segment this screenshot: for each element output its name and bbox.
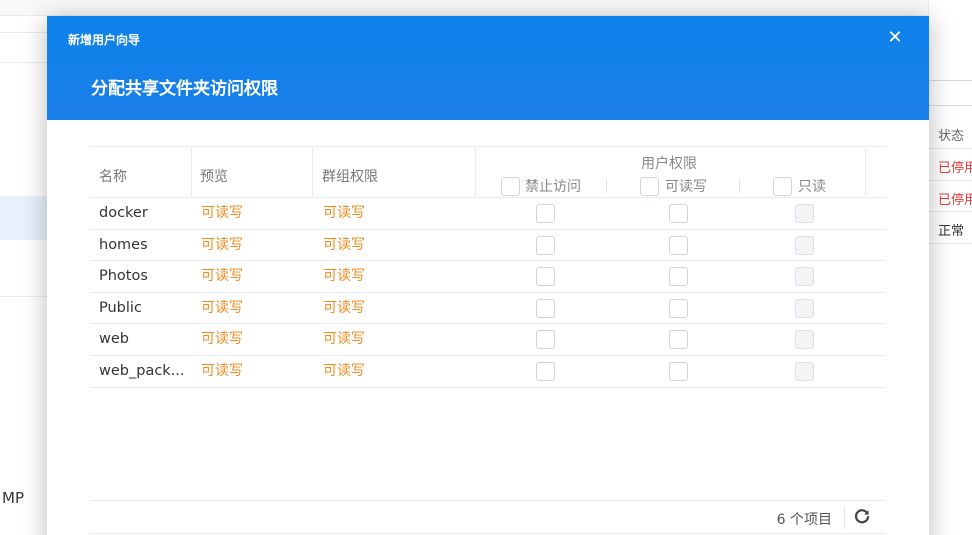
folder-name: docker <box>99 205 148 221</box>
column-header-label: 预览 <box>200 169 228 185</box>
user-permission-group-header: 用户权限 <box>641 156 697 172</box>
bg-selected-nav-item <box>0 196 48 240</box>
preview-permission: 可读写 <box>201 236 243 253</box>
close-button[interactable]: ✕ <box>885 28 905 48</box>
table-row[interactable]: docker 可读写 可读写 <box>90 198 885 230</box>
group-permission: 可读写 <box>323 268 365 285</box>
no-access-checkbox[interactable] <box>536 235 555 255</box>
read-only-checkbox[interactable] <box>795 235 814 255</box>
close-icon: ✕ <box>887 27 903 48</box>
read-write-checkbox[interactable] <box>669 267 688 287</box>
read-write-checkbox[interactable] <box>669 298 688 318</box>
read-only-label: 只读 <box>798 179 826 195</box>
bg-status-header: 状态 <box>938 129 965 144</box>
column-header-label: 群组权限 <box>322 169 378 185</box>
read-only-checkbox[interactable] <box>795 330 814 350</box>
bg-topbar <box>0 0 972 16</box>
footer-divider <box>844 507 845 529</box>
bg-left-partial-text: MP <box>2 489 24 507</box>
bg-status-cell: 已停用 <box>938 161 972 176</box>
select-all-read-write-checkbox[interactable] <box>640 176 659 196</box>
table-row[interactable]: web_pack... 可读写 可读写 <box>90 356 885 388</box>
preview-permission: 可读写 <box>201 331 243 348</box>
bg-status-cell: 已停用 <box>938 193 972 208</box>
folder-name: web_pack... <box>99 362 185 379</box>
preview-permission: 可读写 <box>201 205 243 221</box>
wizard-title: 新增用户向导 <box>68 33 141 47</box>
column-header-label: 名称 <box>99 169 127 185</box>
step-title: 分配共享文件夹访问权限 <box>91 79 278 99</box>
header-no-access-toggle[interactable]: 禁止访问 <box>501 176 581 196</box>
select-all-no-access-checkbox[interactable] <box>501 176 520 196</box>
header-read-only-toggle[interactable]: 只读 <box>773 176 826 196</box>
header-read-write-toggle[interactable]: 可读写 <box>640 176 707 196</box>
no-access-checkbox[interactable] <box>536 204 555 223</box>
bg-divider <box>928 243 972 244</box>
column-header-name[interactable]: 名称 <box>90 147 191 198</box>
bg-divider <box>928 180 972 181</box>
group-permission: 可读写 <box>323 362 365 379</box>
no-access-checkbox[interactable] <box>536 361 555 381</box>
column-header-preview[interactable]: 预览 <box>192 147 312 198</box>
read-only-checkbox[interactable] <box>795 361 814 381</box>
preview-permission: 可读写 <box>201 299 243 316</box>
preview-permission: 可读写 <box>201 268 243 285</box>
read-write-checkbox[interactable] <box>669 235 688 255</box>
table-body: docker 可读写 可读写 homes 可读写 可读写 Photos 可读写 … <box>90 198 885 388</box>
read-write-checkbox[interactable] <box>669 204 688 223</box>
group-permission: 可读写 <box>323 205 365 221</box>
folder-name: Photos <box>99 268 148 285</box>
no-access-checkbox[interactable] <box>536 330 555 350</box>
column-divider <box>865 147 866 198</box>
no-access-label: 禁止访问 <box>525 179 581 195</box>
folder-name: homes <box>99 236 148 253</box>
subcolumn-divider <box>606 179 607 193</box>
subcolumn-divider <box>739 179 740 193</box>
group-permission: 可读写 <box>323 331 365 348</box>
bg-status-cell: 正常 <box>938 224 965 239</box>
read-only-checkbox[interactable] <box>795 298 814 318</box>
dialog-header: 新增用户向导 分配共享文件夹访问权限 ✕ <box>47 16 929 120</box>
group-permission: 可读写 <box>323 236 365 253</box>
refresh-button[interactable] <box>852 507 872 527</box>
new-user-wizard-dialog: 新增用户向导 分配共享文件夹访问权限 ✕ 名称 预览 群组权限 用户权限 禁止访… <box>47 16 929 535</box>
table-row[interactable]: homes 可读写 可读写 <box>90 230 885 262</box>
table-header: 名称 预览 群组权限 用户权限 禁止访问 可读写 只读 <box>90 146 885 198</box>
read-write-checkbox[interactable] <box>669 330 688 350</box>
column-header-group-permission[interactable]: 群组权限 <box>313 147 475 198</box>
bg-search-input <box>928 80 972 106</box>
read-only-checkbox[interactable] <box>795 204 814 223</box>
no-access-checkbox[interactable] <box>536 298 555 318</box>
folder-name: Public <box>99 299 142 316</box>
bg-divider <box>928 148 972 149</box>
folder-name: web <box>99 331 129 348</box>
group-permission: 可读写 <box>323 299 365 316</box>
table-row[interactable]: Public 可读写 可读写 <box>90 293 885 325</box>
no-access-checkbox[interactable] <box>536 267 555 287</box>
refresh-icon <box>854 509 870 524</box>
column-divider <box>475 147 476 198</box>
read-write-label: 可读写 <box>665 179 707 195</box>
table-footer: 6 个项目 <box>90 500 885 534</box>
read-write-checkbox[interactable] <box>669 361 688 381</box>
shared-folder-permission-table: 名称 预览 群组权限 用户权限 禁止访问 可读写 只读 docker 可读写 可… <box>90 146 885 388</box>
item-count: 6 个项目 <box>776 512 832 528</box>
preview-permission: 可读写 <box>201 362 243 379</box>
bg-divider <box>928 211 972 212</box>
select-all-read-only-checkbox[interactable] <box>773 176 792 196</box>
read-only-checkbox[interactable] <box>795 267 814 287</box>
table-row[interactable]: web 可读写 可读写 <box>90 324 885 356</box>
table-row[interactable]: Photos 可读写 可读写 <box>90 261 885 293</box>
